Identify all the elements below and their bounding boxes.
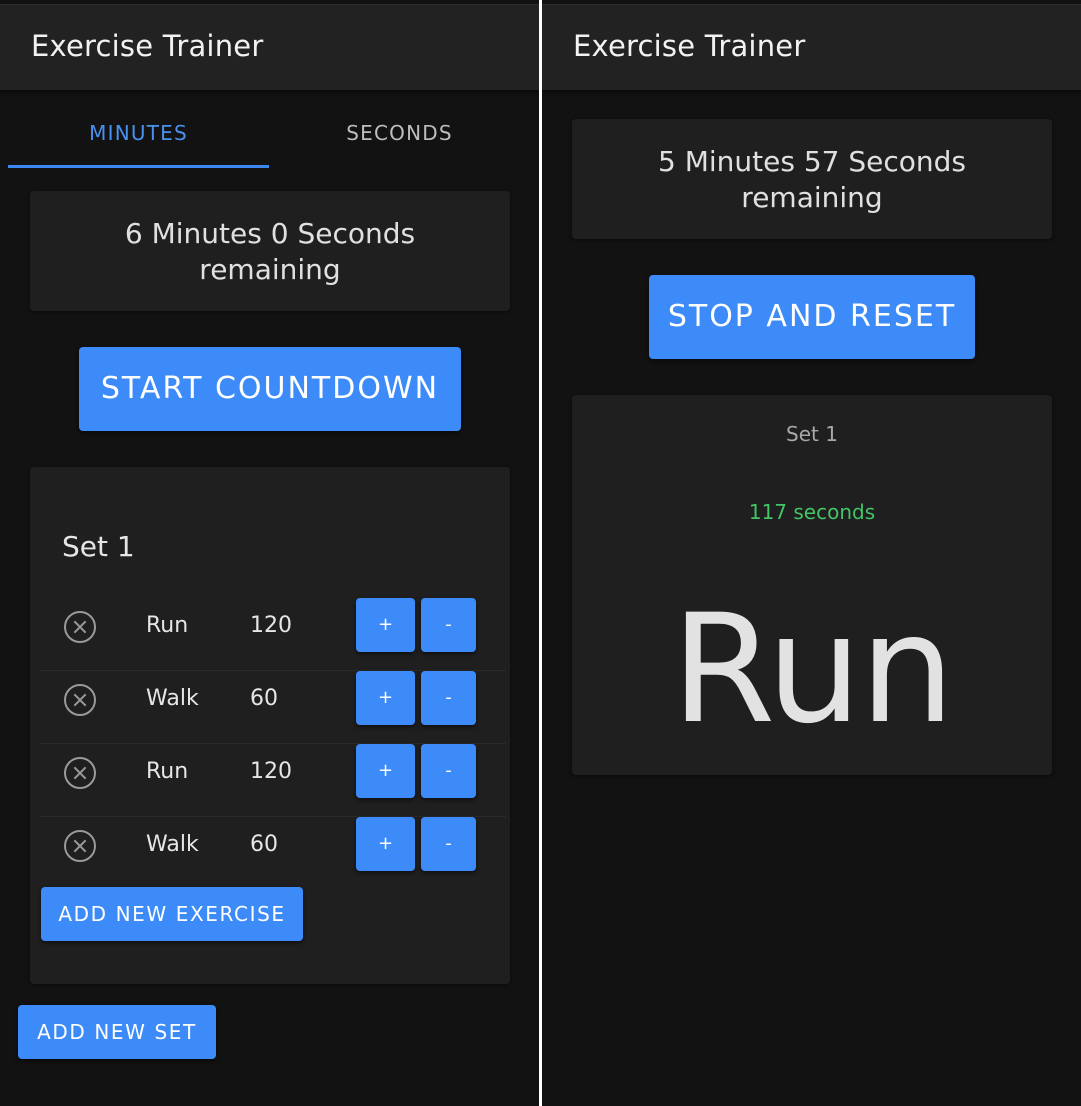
remove-exercise-icon[interactable] [64, 830, 96, 862]
remove-exercise-icon[interactable] [64, 611, 96, 643]
remaining-card: 6 Minutes 0 Seconds remaining [30, 191, 510, 311]
add-new-exercise-button[interactable]: ADD NEW EXERCISE [41, 887, 303, 941]
remove-exercise-icon[interactable] [64, 757, 96, 789]
increase-seconds-button[interactable]: + [356, 671, 415, 725]
start-countdown-button[interactable]: START COUNTDOWN [79, 347, 461, 431]
remaining-time: 6 Minutes 0 Seconds [124, 217, 416, 250]
exercise-name: Walk [146, 686, 199, 711]
exercise-seconds: 60 [250, 686, 278, 711]
current-exercise: Run [671, 583, 955, 757]
remaining-label: remaining [199, 253, 341, 286]
exercise-row: Walk 60 + - [40, 671, 506, 744]
current-set-label: Set 1 [786, 422, 838, 446]
set-title: Set 1 [62, 530, 135, 563]
app-title: Exercise Trainer [31, 29, 264, 63]
current-set-content: Set 1 117 seconds Run [572, 0, 1052, 1106]
decrease-seconds-button[interactable]: - [421, 744, 476, 798]
tab-minutes[interactable]: MINUTES [8, 90, 269, 170]
decrease-seconds-button[interactable]: - [421, 598, 476, 652]
increase-seconds-button[interactable]: + [356, 817, 415, 871]
exercise-name: Run [146, 613, 189, 638]
active-tab-indicator [8, 165, 269, 168]
increase-seconds-button[interactable]: + [356, 598, 415, 652]
exercise-row: Run 120 + - [40, 744, 506, 817]
exercise-name: Run [146, 759, 189, 784]
remove-exercise-icon[interactable] [64, 684, 96, 716]
increase-seconds-button[interactable]: + [356, 744, 415, 798]
add-new-set-button[interactable]: ADD NEW SET [18, 1005, 216, 1059]
left-pane: Exercise Trainer MINUTES SECONDS 6 Minut… [0, 0, 539, 1106]
tab-seconds[interactable]: SECONDS [269, 90, 530, 170]
exercise-seconds: 120 [250, 613, 292, 638]
exercise-row: Run 120 + - [40, 598, 506, 671]
right-pane: Exercise Trainer 5 Minutes 57 Seconds re… [542, 0, 1081, 1106]
exercise-row: Walk 60 + - [40, 817, 506, 890]
decrease-seconds-button[interactable]: - [421, 817, 476, 871]
decrease-seconds-button[interactable]: - [421, 671, 476, 725]
app-bar: Exercise Trainer [0, 4, 539, 90]
seconds-left: 117 seconds [748, 500, 876, 524]
exercise-seconds: 60 [250, 832, 278, 857]
exercise-seconds: 120 [250, 759, 292, 784]
exercise-name: Walk [146, 832, 199, 857]
